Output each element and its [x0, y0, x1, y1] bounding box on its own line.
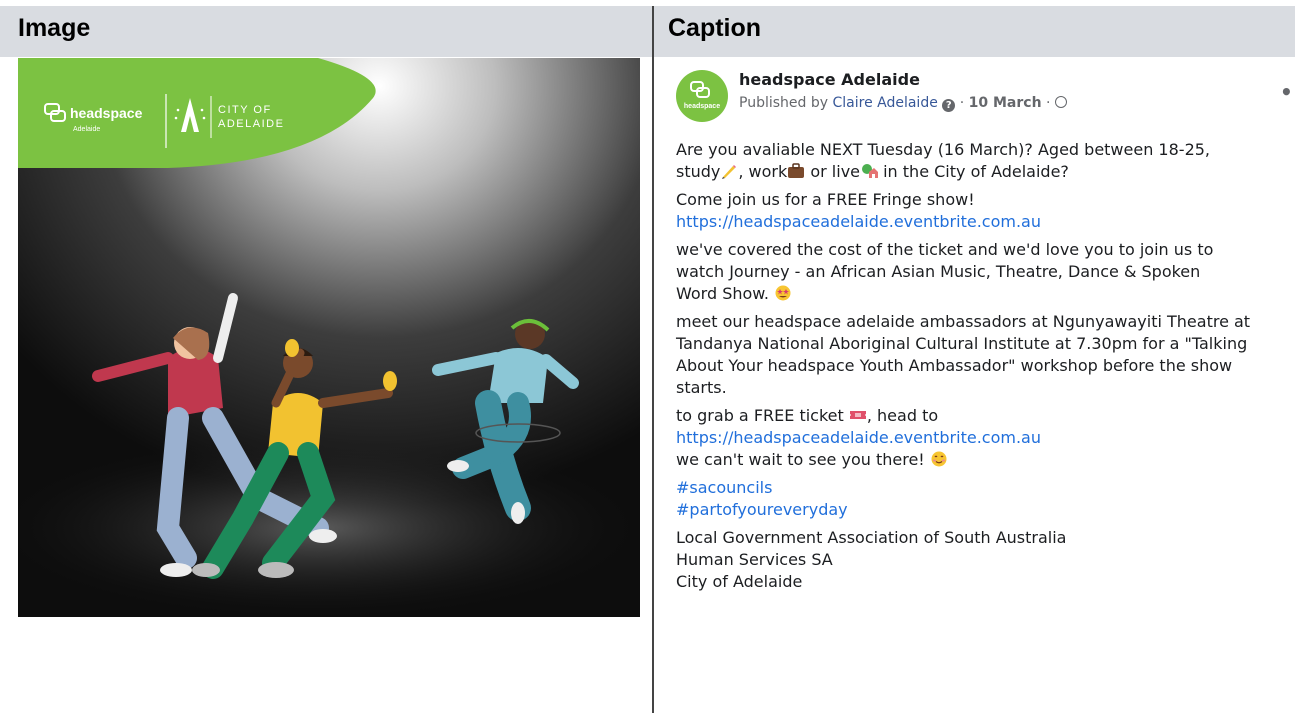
- more-options-icon[interactable]: •••: [1280, 80, 1295, 104]
- city-logo-line1: CITY OF: [218, 104, 272, 116]
- star-struck-emoji-icon: [775, 285, 791, 301]
- p2-line1: Come join us for a FREE Fringe show!: [676, 190, 975, 209]
- meta-separator: ·: [955, 95, 969, 111]
- meta-separator-2: ·: [1041, 95, 1055, 111]
- published-by-label: Published by: [739, 95, 833, 111]
- column-divider: [652, 6, 654, 713]
- mention-city-of-adelaide[interactable]: City of Adelaide: [676, 571, 1295, 593]
- paragraph-3: we've covered the cost of the ticket and…: [676, 239, 1295, 305]
- caption-column-header: Caption: [668, 14, 762, 42]
- p3-show: Word Show.: [676, 284, 775, 303]
- hashtag-partofyoureveryday[interactable]: #partofyoureveryday: [676, 499, 1295, 521]
- p1-line2: study , work or live in the City of Adela…: [676, 161, 1295, 183]
- hashtag-sacouncils[interactable]: #sacouncils: [676, 477, 1295, 499]
- briefcase-emoji-icon: [788, 163, 805, 178]
- page-avatar[interactable]: headspace: [676, 70, 728, 122]
- post-date-link[interactable]: 10 March: [969, 95, 1042, 111]
- globe-icon: [1054, 96, 1067, 108]
- house-emoji-icon: [862, 164, 879, 178]
- mention-lga-sa[interactable]: Local Government Association of South Au…: [676, 527, 1295, 549]
- city-logo-line2: ADELAIDE: [218, 118, 284, 130]
- paragraph-2: Come join us for a FREE Fringe show! htt…: [676, 189, 1295, 233]
- question-icon[interactable]: ?: [942, 99, 956, 112]
- headspace-logo-sub: Adelaide: [73, 126, 100, 133]
- p1-work: , work: [738, 162, 788, 181]
- pencil-emoji-icon: [722, 165, 737, 179]
- p3-line1: we've covered the cost of the ticket and…: [676, 240, 1214, 259]
- post-meta: Published by Claire Adelaide ? · 10 Marc…: [739, 95, 1067, 112]
- smiling-emoji-icon: [931, 451, 947, 467]
- author-link[interactable]: Claire Adelaide: [832, 95, 937, 111]
- p5-head: , head to: [866, 406, 939, 425]
- p4-line4: starts.: [676, 378, 727, 397]
- avatar-logo-text: headspace: [684, 103, 720, 110]
- p5-see-you: we can't wait to see you there!: [676, 450, 930, 469]
- ticket-emoji-icon: [849, 411, 866, 419]
- header-bar: [0, 6, 1295, 57]
- p5-line1: to grab a FREE ticket , head to: [676, 405, 1295, 427]
- eventbrite-link-1[interactable]: https://headspaceadelaide.eventbrite.com…: [676, 211, 1295, 233]
- p1-city: in the City of Adelaide?: [878, 162, 1069, 181]
- paragraph-4: meet our headspace adelaide ambassadors …: [676, 311, 1295, 399]
- paragraph-hashtags: #sacouncils #partofyoureveryday: [676, 477, 1295, 521]
- p3-line3: Word Show.: [676, 283, 1295, 305]
- p4-line3: About Your headspace Youth Ambassador" w…: [676, 356, 1233, 375]
- p1-line1: Are you avaliable NEXT Tuesday (16 March…: [676, 140, 1211, 159]
- page-name-link[interactable]: headspace Adelaide: [739, 70, 920, 89]
- mention-human-services-sa[interactable]: Human Services SA: [676, 549, 1295, 571]
- headspace-logo-text: headspace: [70, 105, 143, 121]
- paragraph-1: Are you avaliable NEXT Tuesday (16 March…: [676, 139, 1295, 183]
- post-body: Are you avaliable NEXT Tuesday (16 March…: [676, 139, 1295, 599]
- eventbrite-link-2[interactable]: https://headspaceadelaide.eventbrite.com…: [676, 427, 1295, 449]
- p5-line3: we can't wait to see you there!: [676, 449, 1295, 471]
- p5-grab: to grab a FREE ticket: [676, 406, 849, 425]
- image-column-header: Image: [18, 14, 91, 42]
- paragraph-5: to grab a FREE ticket , head to https://…: [676, 405, 1295, 471]
- paragraph-mentions: Local Government Association of South Au…: [676, 527, 1295, 593]
- p4-line1: meet our headspace adelaide ambassadors …: [676, 312, 1251, 331]
- p4-line2: Tandanya National Aboriginal Cultural In…: [676, 334, 1248, 353]
- p1-live: or live: [805, 162, 861, 181]
- p1-study: study: [676, 162, 721, 181]
- post-image: headspace Adelaide CITY OF ADELAIDE: [18, 58, 640, 617]
- p3-line2: watch Journey - an African Asian Music, …: [676, 262, 1201, 281]
